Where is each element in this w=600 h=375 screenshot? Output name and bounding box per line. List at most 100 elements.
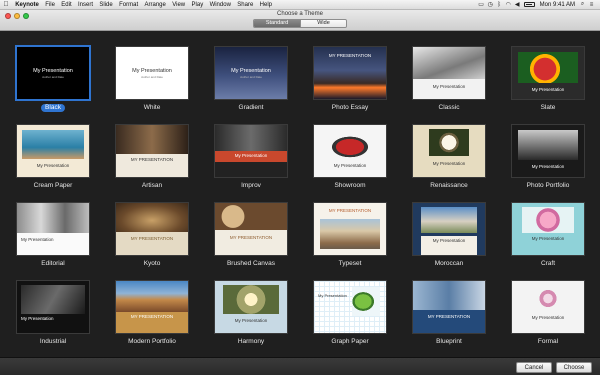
notification-center-icon[interactable]: ≡ — [587, 2, 596, 8]
thumb-title: My Presentation — [231, 68, 271, 74]
thumb-title: My Presentation — [36, 163, 70, 168]
menu-insert[interactable]: Insert — [75, 2, 96, 8]
theme-label-slate[interactable]: Slate — [512, 99, 584, 125]
theme-thumb-kyoto[interactable]: MY PRESENTATION — [116, 203, 188, 255]
wifi-icon[interactable]: ◠ — [504, 1, 513, 8]
menu-clock[interactable]: Mon 9:41 AM — [537, 2, 578, 8]
theme-label-modern-portfolio[interactable]: Modern Portfolio — [116, 333, 188, 359]
volume-icon[interactable]: ◀ — [513, 1, 522, 8]
theme-thumb-craft[interactable]: My Presentation — [512, 203, 584, 255]
theme-label-renaissance[interactable]: Renaissance — [413, 177, 485, 203]
thumb-title: My Presentation — [531, 164, 565, 169]
menu-view[interactable]: View — [169, 2, 188, 8]
battery-icon[interactable] — [523, 2, 535, 7]
theme-label-black[interactable]: Black — [17, 99, 89, 125]
theme-chooser-window: Choose a Theme Standard Wide My Presenta… — [0, 10, 600, 375]
thumb-title: My Presentation — [33, 68, 73, 74]
menu-extras: ▭ ◷ ᛒ ◠ ◀ Mon 9:41 AM ⌕ ≡ — [477, 1, 600, 8]
thumb-title: My Presentation — [531, 315, 565, 320]
title-bar: Choose a Theme Standard Wide — [0, 10, 600, 31]
theme-label-improv[interactable]: Improv — [215, 177, 287, 203]
airplay-icon[interactable]: ▭ — [477, 1, 486, 8]
thumb-title: My Presentation — [333, 163, 367, 168]
menu-edit[interactable]: Edit — [58, 2, 75, 8]
theme-thumb-white[interactable]: My Presentation Author and Date — [116, 47, 188, 99]
thumb-title: My Presentation — [21, 237, 54, 242]
theme-thumb-graph-paper[interactable]: My Presentation — [314, 281, 386, 333]
menu-slide[interactable]: Slide — [96, 2, 116, 8]
thumb-title: MY PRESENTATION — [229, 235, 273, 240]
theme-label-white[interactable]: White — [116, 99, 188, 125]
theme-thumb-formal[interactable]: My Presentation — [512, 281, 584, 333]
theme-thumb-brushed-canvas[interactable]: MY PRESENTATION — [215, 203, 287, 255]
menu-help[interactable]: Help — [256, 2, 275, 8]
menu-file[interactable]: File — [42, 2, 58, 8]
thumb-title: My Presentation — [318, 293, 347, 298]
theme-thumb-improv[interactable]: My Presentation — [215, 125, 287, 177]
theme-label-industrial[interactable]: Industrial — [17, 333, 89, 359]
thumb-title: My Presentation — [432, 161, 466, 166]
theme-label-brushed-canvas[interactable]: Brushed Canvas — [215, 255, 287, 281]
theme-grid: My Presentation Author and Date My Prese… — [17, 47, 584, 359]
theme-label-formal[interactable]: Formal — [512, 333, 584, 359]
theme-label-craft[interactable]: Craft — [512, 255, 584, 281]
theme-label-blueprint[interactable]: Blueprint — [413, 333, 485, 359]
search-icon[interactable]: ⌕ — [578, 1, 587, 8]
theme-thumb-typeset[interactable]: MY PRESENTATION — [314, 203, 386, 255]
bluetooth-icon[interactable]: ᛒ — [495, 2, 504, 8]
theme-label-moroccan[interactable]: Moroccan — [413, 255, 485, 281]
theme-thumb-showroom[interactable]: My Presentation — [314, 125, 386, 177]
menu-window[interactable]: Window — [206, 2, 234, 8]
theme-thumb-cream-paper[interactable]: My Presentation — [17, 125, 89, 177]
thumb-title: MY PRESENTATION — [130, 236, 174, 241]
slide-size-switch: Standard Wide — [253, 19, 347, 28]
theme-label-harmony[interactable]: Harmony — [215, 333, 287, 359]
theme-thumb-modern-portfolio[interactable]: MY PRESENTATION — [116, 281, 188, 333]
apple-icon[interactable]:  — [0, 1, 12, 8]
theme-thumb-harmony[interactable]: My Presentation — [215, 281, 287, 333]
menu-format[interactable]: Format — [116, 2, 141, 8]
theme-label-classic[interactable]: Classic — [413, 99, 485, 125]
theme-thumb-blueprint[interactable]: MY PRESENTATION — [413, 281, 485, 333]
theme-label-typeset[interactable]: Typeset — [314, 255, 386, 281]
theme-label-cream-paper[interactable]: Cream Paper — [17, 177, 89, 203]
thumb-title: MY PRESENTATION — [328, 53, 372, 58]
theme-thumb-artisan[interactable]: MY PRESENTATION — [116, 125, 188, 177]
menu-share[interactable]: Share — [234, 2, 256, 8]
thumb-title: My Presentation — [234, 153, 268, 158]
thumb-title: My Presentation — [21, 316, 54, 321]
choose-button[interactable]: Choose — [556, 362, 592, 373]
theme-thumb-renaissance[interactable]: My Presentation — [413, 125, 485, 177]
theme-label-kyoto[interactable]: Kyoto — [116, 255, 188, 281]
theme-thumb-gradient[interactable]: My Presentation Author and Date — [215, 47, 287, 99]
theme-thumb-classic[interactable]: My Presentation — [413, 47, 485, 99]
theme-label-editorial[interactable]: Editorial — [17, 255, 89, 281]
menu-play[interactable]: Play — [188, 2, 206, 8]
cancel-button[interactable]: Cancel — [516, 362, 552, 373]
thumb-title: My Presentation — [432, 238, 466, 244]
theme-label-artisan[interactable]: Artisan — [116, 177, 188, 203]
theme-thumb-industrial[interactable]: My Presentation — [17, 281, 89, 333]
theme-thumb-photo-portfolio[interactable]: My Presentation — [512, 125, 584, 177]
theme-label-showroom[interactable]: Showroom — [314, 177, 386, 203]
theme-thumb-editorial[interactable]: My Presentation — [17, 203, 89, 255]
theme-thumb-photo-essay[interactable]: MY PRESENTATION — [314, 47, 386, 99]
thumb-title: MY PRESENTATION — [130, 314, 174, 320]
tab-wide[interactable]: Wide — [300, 20, 346, 27]
theme-label-gradient[interactable]: Gradient — [215, 99, 287, 125]
thumb-subtitle: Author and Date — [141, 75, 163, 79]
menu-arrange[interactable]: Arrange — [141, 2, 169, 8]
thumb-title: My Presentation — [531, 236, 565, 241]
time-machine-icon[interactable]: ◷ — [486, 1, 495, 8]
theme-label-photo-portfolio[interactable]: Photo Portfolio — [512, 177, 584, 203]
menu-bar:  Keynote File Edit Insert Slide Format … — [0, 0, 600, 10]
theme-thumb-black[interactable]: My Presentation Author and Date — [17, 47, 89, 99]
theme-thumb-slate[interactable]: My Presentation — [512, 47, 584, 99]
menu-app-name[interactable]: Keynote — [12, 2, 42, 8]
tab-standard[interactable]: Standard — [254, 20, 300, 27]
thumb-title: My Presentation — [432, 84, 466, 89]
theme-label-graph-paper[interactable]: Graph Paper — [314, 333, 386, 359]
theme-thumb-moroccan[interactable]: My Presentation — [413, 203, 485, 255]
thumb-title: My Presentation — [531, 87, 565, 92]
theme-label-photo-essay[interactable]: Photo Essay — [314, 99, 386, 125]
